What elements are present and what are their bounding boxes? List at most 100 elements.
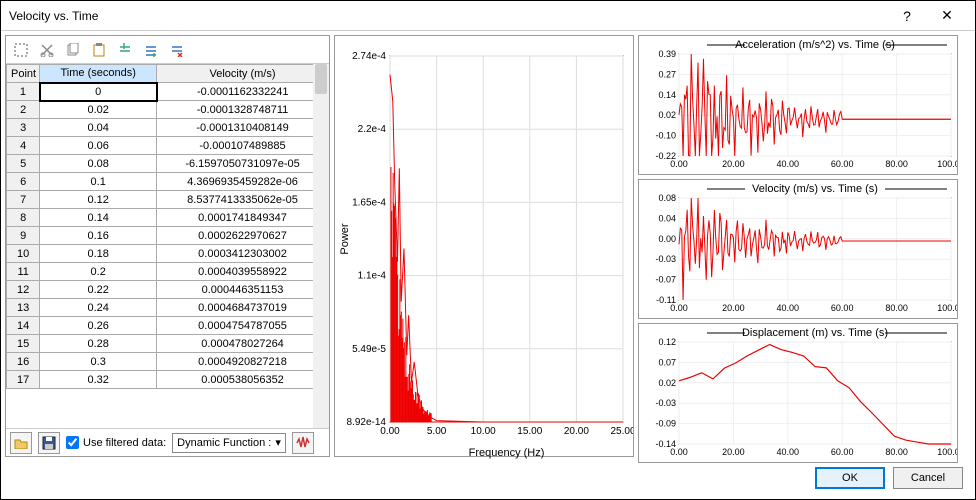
svg-text:20.00: 20.00 xyxy=(722,447,745,457)
svg-text:2.2e-4: 2.2e-4 xyxy=(358,124,387,135)
table-row[interactable]: 80.140.0001741849347 xyxy=(7,209,329,227)
svg-text:0.14: 0.14 xyxy=(658,90,676,100)
col-point[interactable]: Point xyxy=(7,65,40,83)
ok-button[interactable]: OK xyxy=(815,467,885,489)
svg-text:15.00: 15.00 xyxy=(517,426,542,437)
table-row[interactable]: 130.240.0004684737019 xyxy=(7,299,329,317)
svg-text:0.00: 0.00 xyxy=(670,447,688,457)
table-row[interactable]: 20.02-0.0001328748711 xyxy=(7,101,329,119)
table-row[interactable]: 70.128.5377413335062e-05 xyxy=(7,191,329,209)
svg-text:20.00: 20.00 xyxy=(564,426,589,437)
svg-text:0.02: 0.02 xyxy=(658,378,676,388)
data-panel: Point Time (seconds) Velocity (m/s) 10-0… xyxy=(5,35,330,457)
svg-text:Acceleration (m/s^2) vs. Time: Acceleration (m/s^2) vs. Time (s) xyxy=(735,39,895,51)
table-row[interactable]: 110.20.0004039558922 xyxy=(7,263,329,281)
svg-text:Velocity (m/s) vs. Time (s): Velocity (m/s) vs. Time (s) xyxy=(752,183,878,195)
help-button[interactable]: ? xyxy=(887,1,927,31)
dropdown-value: Dynamic Function : xyxy=(177,437,271,449)
table-row[interactable]: 150.280.000478027264 xyxy=(7,335,329,353)
svg-text:5.00: 5.00 xyxy=(427,426,447,437)
copy-icon[interactable] xyxy=(64,41,82,59)
use-filtered-input[interactable] xyxy=(66,436,79,449)
svg-text:0.07: 0.07 xyxy=(658,357,676,367)
select-icon[interactable] xyxy=(12,41,30,59)
svg-text:0.27: 0.27 xyxy=(658,69,676,79)
table-row[interactable]: 60.14.3696935459282e-06 xyxy=(7,173,329,191)
table-row[interactable]: 160.30.0004920827218 xyxy=(7,353,329,371)
svg-text:0.39: 0.39 xyxy=(658,49,676,59)
table-row[interactable]: 50.08-6.1597050731097e-05 xyxy=(7,155,329,173)
svg-text:100.00: 100.00 xyxy=(937,447,957,457)
power-spectrum-chart: 2.74e-42.2e-41.65e-41.1e-45.49e-58.92e-1… xyxy=(334,35,634,457)
col-velocity[interactable]: Velocity (m/s) xyxy=(157,65,329,83)
table-row[interactable]: 10-0.0001162332241 xyxy=(7,83,329,101)
svg-text:0.12: 0.12 xyxy=(658,337,676,347)
save-file-button[interactable] xyxy=(38,432,60,454)
table-row[interactable]: 100.180.0003412303002 xyxy=(7,245,329,263)
table-row[interactable]: 140.260.0004754787055 xyxy=(7,317,329,335)
svg-text:0.00: 0.00 xyxy=(670,303,688,313)
paste-icon[interactable] xyxy=(90,41,108,59)
table-row[interactable]: 120.220.000446351153 xyxy=(7,281,329,299)
function-dropdown[interactable]: Dynamic Function : ▾ xyxy=(172,433,286,453)
svg-text:100.00: 100.00 xyxy=(937,159,957,169)
svg-text:60.00: 60.00 xyxy=(831,159,854,169)
titlebar: Velocity vs. Time ? ✕ xyxy=(1,1,975,31)
table-row[interactable]: 170.320.000538056352 xyxy=(7,371,329,389)
svg-text:20.00: 20.00 xyxy=(722,303,745,313)
svg-text:0.02: 0.02 xyxy=(658,110,676,120)
open-file-button[interactable] xyxy=(10,432,32,454)
svg-text:60.00: 60.00 xyxy=(831,447,854,457)
svg-text:20.00: 20.00 xyxy=(722,159,745,169)
velocity-chart: Velocity (m/s) vs. Time (s) 0.08 0.04 0.00 -… xyxy=(638,179,958,319)
row-delete-icon[interactable] xyxy=(168,41,186,59)
chevron-down-icon: ▾ xyxy=(275,436,281,449)
svg-text:1.65e-4: 1.65e-4 xyxy=(352,197,386,208)
row-add-icon[interactable] xyxy=(142,41,160,59)
cancel-button[interactable]: Cancel xyxy=(893,467,963,489)
table-toolbar xyxy=(6,36,329,64)
bottom-toolbar: Use filtered data: Dynamic Function : ▾ xyxy=(6,428,329,456)
cut-icon[interactable] xyxy=(38,41,56,59)
svg-text:-0.03: -0.03 xyxy=(655,254,676,264)
svg-text:0.00: 0.00 xyxy=(670,159,688,169)
svg-text:0.00: 0.00 xyxy=(658,234,676,244)
svg-text:80.00: 80.00 xyxy=(885,159,908,169)
svg-text:1.1e-4: 1.1e-4 xyxy=(358,271,387,282)
svg-text:40.00: 40.00 xyxy=(777,447,800,457)
svg-text:Frequency (Hz): Frequency (Hz) xyxy=(469,447,545,459)
svg-text:0.00: 0.00 xyxy=(380,426,400,437)
svg-text:100.00: 100.00 xyxy=(937,303,957,313)
svg-text:0.04: 0.04 xyxy=(658,213,676,223)
svg-text:-0.07: -0.07 xyxy=(655,275,676,285)
window-title: Velocity vs. Time xyxy=(9,9,887,23)
svg-text:40.00: 40.00 xyxy=(777,159,800,169)
svg-text:-0.10: -0.10 xyxy=(655,131,676,141)
displacement-chart: Displacement (m) vs. Time (s) 0.12 0.07 0.0… xyxy=(638,323,958,463)
svg-text:5.49e-5: 5.49e-5 xyxy=(352,344,386,355)
row-insert-icon[interactable] xyxy=(116,41,134,59)
col-time[interactable]: Time (seconds) xyxy=(40,65,157,83)
table-row[interactable]: 40.06-0.000107489885 xyxy=(7,137,329,155)
close-button[interactable]: ✕ xyxy=(927,1,967,31)
acceleration-chart: Acceleration (m/s^2) vs. Time (s) 0.39 0.2… xyxy=(638,35,958,175)
svg-text:0.08: 0.08 xyxy=(658,193,676,203)
svg-text:2.74e-4: 2.74e-4 xyxy=(352,51,386,62)
svg-text:Power: Power xyxy=(339,223,351,255)
svg-text:25.00: 25.00 xyxy=(610,426,633,437)
svg-text:Displacement (m) vs. Time (s): Displacement (m) vs. Time (s) xyxy=(742,327,888,339)
table-row[interactable]: 90.160.0002622970627 xyxy=(7,227,329,245)
dialog-footer: OK Cancel xyxy=(1,461,975,495)
use-filtered-checkbox[interactable]: Use filtered data: xyxy=(66,436,166,449)
svg-text:10.00: 10.00 xyxy=(471,426,496,437)
svg-text:80.00: 80.00 xyxy=(885,447,908,457)
svg-text:60.00: 60.00 xyxy=(831,303,854,313)
waveform-button[interactable] xyxy=(292,432,314,454)
data-table[interactable]: Point Time (seconds) Velocity (m/s) 10-0… xyxy=(6,64,329,428)
svg-text:40.00: 40.00 xyxy=(777,303,800,313)
table-scrollbar[interactable] xyxy=(313,64,329,428)
svg-text:80.00: 80.00 xyxy=(885,303,908,313)
table-row[interactable]: 30.04-0.0001310408149 xyxy=(7,119,329,137)
mini-charts-panel: Acceleration (m/s^2) vs. Time (s) 0.39 0.2… xyxy=(638,35,958,457)
use-filtered-label: Use filtered data: xyxy=(83,437,166,449)
